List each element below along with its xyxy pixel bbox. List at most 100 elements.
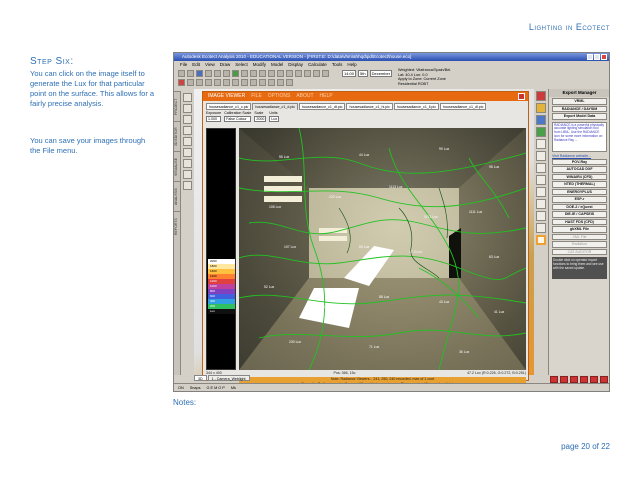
sun-icon[interactable] bbox=[286, 69, 293, 77]
print-icon[interactable] bbox=[205, 69, 212, 77]
zone-icon[interactable] bbox=[205, 78, 212, 86]
export-manager-icon[interactable] bbox=[536, 235, 546, 245]
export-model-data-button[interactable]: Export Model Data bbox=[552, 113, 607, 120]
export-povray-button[interactable]: POV-Ray bbox=[552, 158, 607, 165]
menu-help[interactable]: Help bbox=[347, 61, 356, 69]
print-report-icon[interactable] bbox=[580, 376, 588, 383]
sun-path-icon[interactable] bbox=[536, 175, 546, 185]
settings-icon[interactable] bbox=[313, 69, 320, 77]
export-gbxml-button[interactable]: gbXML File bbox=[552, 226, 607, 233]
window-icon[interactable] bbox=[214, 78, 221, 86]
viewer-menu-options[interactable]: OPTIONS bbox=[268, 92, 291, 101]
shadow-icon[interactable] bbox=[295, 69, 302, 77]
export-die-button[interactable]: DIE-IE / CAPSEIS bbox=[552, 211, 607, 218]
redo-icon[interactable] bbox=[223, 69, 230, 77]
status-snaps[interactable]: Snaps bbox=[190, 384, 201, 391]
weather-icon[interactable] bbox=[536, 223, 546, 233]
export-winair-button[interactable]: WINAIR4 (CFD) bbox=[552, 173, 607, 180]
rail-tab-3d-editor[interactable]: 3D EDITOR bbox=[174, 121, 181, 151]
view-tab-3d[interactable]: 3D bbox=[194, 375, 207, 381]
ventilation-icon[interactable] bbox=[536, 163, 546, 173]
viewer-tab[interactable]: housesadiance_c1_ll.pic bbox=[393, 103, 440, 110]
viewer-menu-about[interactable]: ABOUT bbox=[296, 92, 313, 101]
floor-icon[interactable] bbox=[241, 78, 248, 86]
split-tool-icon[interactable] bbox=[183, 159, 192, 168]
status-modes[interactable]: G E M O P bbox=[206, 384, 224, 391]
minimize-icon[interactable] bbox=[587, 54, 593, 60]
viewer-tab[interactable]: housesadiance_c1_dt.pic bbox=[298, 103, 346, 110]
scale-tool-icon[interactable] bbox=[183, 126, 192, 135]
acoustics-icon[interactable] bbox=[536, 139, 546, 149]
rotate-tool-icon[interactable] bbox=[183, 115, 192, 124]
mirror-tool-icon[interactable] bbox=[183, 137, 192, 146]
zoom-icon[interactable] bbox=[241, 69, 248, 77]
viewer-close-icon[interactable] bbox=[518, 93, 525, 100]
close-report-icon[interactable] bbox=[600, 376, 608, 383]
grid-icon[interactable] bbox=[268, 69, 275, 77]
select-tool-icon[interactable] bbox=[183, 93, 192, 102]
thermal-icon[interactable] bbox=[536, 115, 546, 125]
false-colour-render[interactable]: 55 Lux 44 Lux 99 Lux 98 Lux 108 Lux 120 Lux 11… bbox=[239, 128, 526, 370]
close-icon[interactable] bbox=[601, 54, 607, 60]
viewer-tab[interactable]: housesadiance_c1_d.pic bbox=[252, 103, 298, 110]
help-icon[interactable] bbox=[322, 69, 329, 77]
menu-draw[interactable]: Draw bbox=[220, 61, 231, 69]
new-file-icon[interactable] bbox=[178, 69, 185, 77]
extrude-tool-icon[interactable] bbox=[183, 148, 192, 157]
export-energyplus-button[interactable]: ENERGYPLUS bbox=[552, 188, 607, 195]
pointer-icon[interactable] bbox=[178, 78, 185, 86]
viewer-tab[interactable]: housesadiance_c1_dl.pic bbox=[440, 103, 487, 110]
viewer-tab[interactable]: housesadiance_c1_hi.pic bbox=[346, 103, 393, 110]
units-select[interactable]: Lux bbox=[269, 115, 280, 122]
text-icon[interactable] bbox=[277, 78, 284, 86]
appliance-icon[interactable] bbox=[268, 78, 275, 86]
export-vrml-button[interactable]: VRML bbox=[552, 98, 607, 105]
join-tool-icon[interactable] bbox=[183, 170, 192, 179]
menu-view[interactable]: View bbox=[205, 61, 215, 69]
measure-tool-icon[interactable] bbox=[183, 181, 192, 190]
menu-file[interactable]: File bbox=[180, 61, 187, 69]
save-icon[interactable] bbox=[196, 69, 203, 77]
export-nted-button[interactable]: NTED (THERMAL) bbox=[552, 181, 607, 188]
export-cat-auditor-button[interactable]: CAT AUDITOR bbox=[552, 248, 607, 255]
menu-edit[interactable]: Edit bbox=[192, 61, 200, 69]
menu-select[interactable]: Select bbox=[235, 61, 248, 69]
scale-field[interactable]: 2000 bbox=[254, 115, 267, 122]
grid-manager-icon[interactable] bbox=[536, 211, 546, 221]
export-radiation-button[interactable]: Radiation bbox=[552, 241, 607, 248]
export-espr-button[interactable]: ESP-r bbox=[552, 196, 607, 203]
layers-icon[interactable] bbox=[277, 69, 284, 77]
report-icon[interactable] bbox=[550, 376, 558, 383]
pan-icon[interactable] bbox=[250, 69, 257, 77]
line-icon[interactable] bbox=[187, 78, 194, 86]
panel-icon[interactable] bbox=[250, 78, 257, 86]
door-icon[interactable] bbox=[223, 78, 230, 86]
shading-icon[interactable] bbox=[536, 91, 546, 101]
day-field[interactable]: 5th bbox=[358, 70, 368, 77]
menu-tools[interactable]: Tools bbox=[332, 61, 343, 69]
rail-tab-reports[interactable]: REPORTS bbox=[174, 211, 181, 241]
chart-icon[interactable] bbox=[560, 376, 568, 383]
radiance-website-link[interactable]: Visit Radiance website... bbox=[552, 154, 607, 158]
dimension-icon[interactable] bbox=[286, 78, 293, 86]
viewer-menu-file[interactable]: FILE bbox=[251, 92, 262, 101]
time-field[interactable]: 14:00 bbox=[342, 70, 357, 77]
orbit-icon[interactable] bbox=[259, 69, 266, 77]
rail-tab-visualise[interactable]: VISUALISE bbox=[174, 151, 181, 181]
export-doe2-button[interactable]: DOE-2 / eQuest bbox=[552, 203, 607, 210]
export-fds-button[interactable]: HAST FDS (CFD) bbox=[552, 218, 607, 225]
open-file-icon[interactable] bbox=[187, 69, 194, 77]
light-icon[interactable] bbox=[259, 78, 266, 86]
lighting-icon[interactable] bbox=[536, 127, 546, 137]
calibration-select[interactable]: False Colour bbox=[224, 115, 252, 122]
materials-icon[interactable] bbox=[536, 187, 546, 197]
polygon-icon[interactable] bbox=[196, 78, 203, 86]
view-tab-camera[interactable]: 1 - Camera_Weblight bbox=[207, 375, 250, 381]
menu-display[interactable]: Display bbox=[288, 61, 303, 69]
export-radiance-button[interactable]: RADIANCE / DAYSIM bbox=[552, 105, 607, 112]
rail-tab-project[interactable]: PROJECT bbox=[174, 91, 181, 121]
render-icon[interactable] bbox=[232, 69, 239, 77]
resources-icon[interactable] bbox=[536, 151, 546, 161]
export-dxf-button[interactable]: AUTOCAD DXF bbox=[552, 166, 607, 173]
save-report-icon[interactable] bbox=[590, 376, 598, 383]
